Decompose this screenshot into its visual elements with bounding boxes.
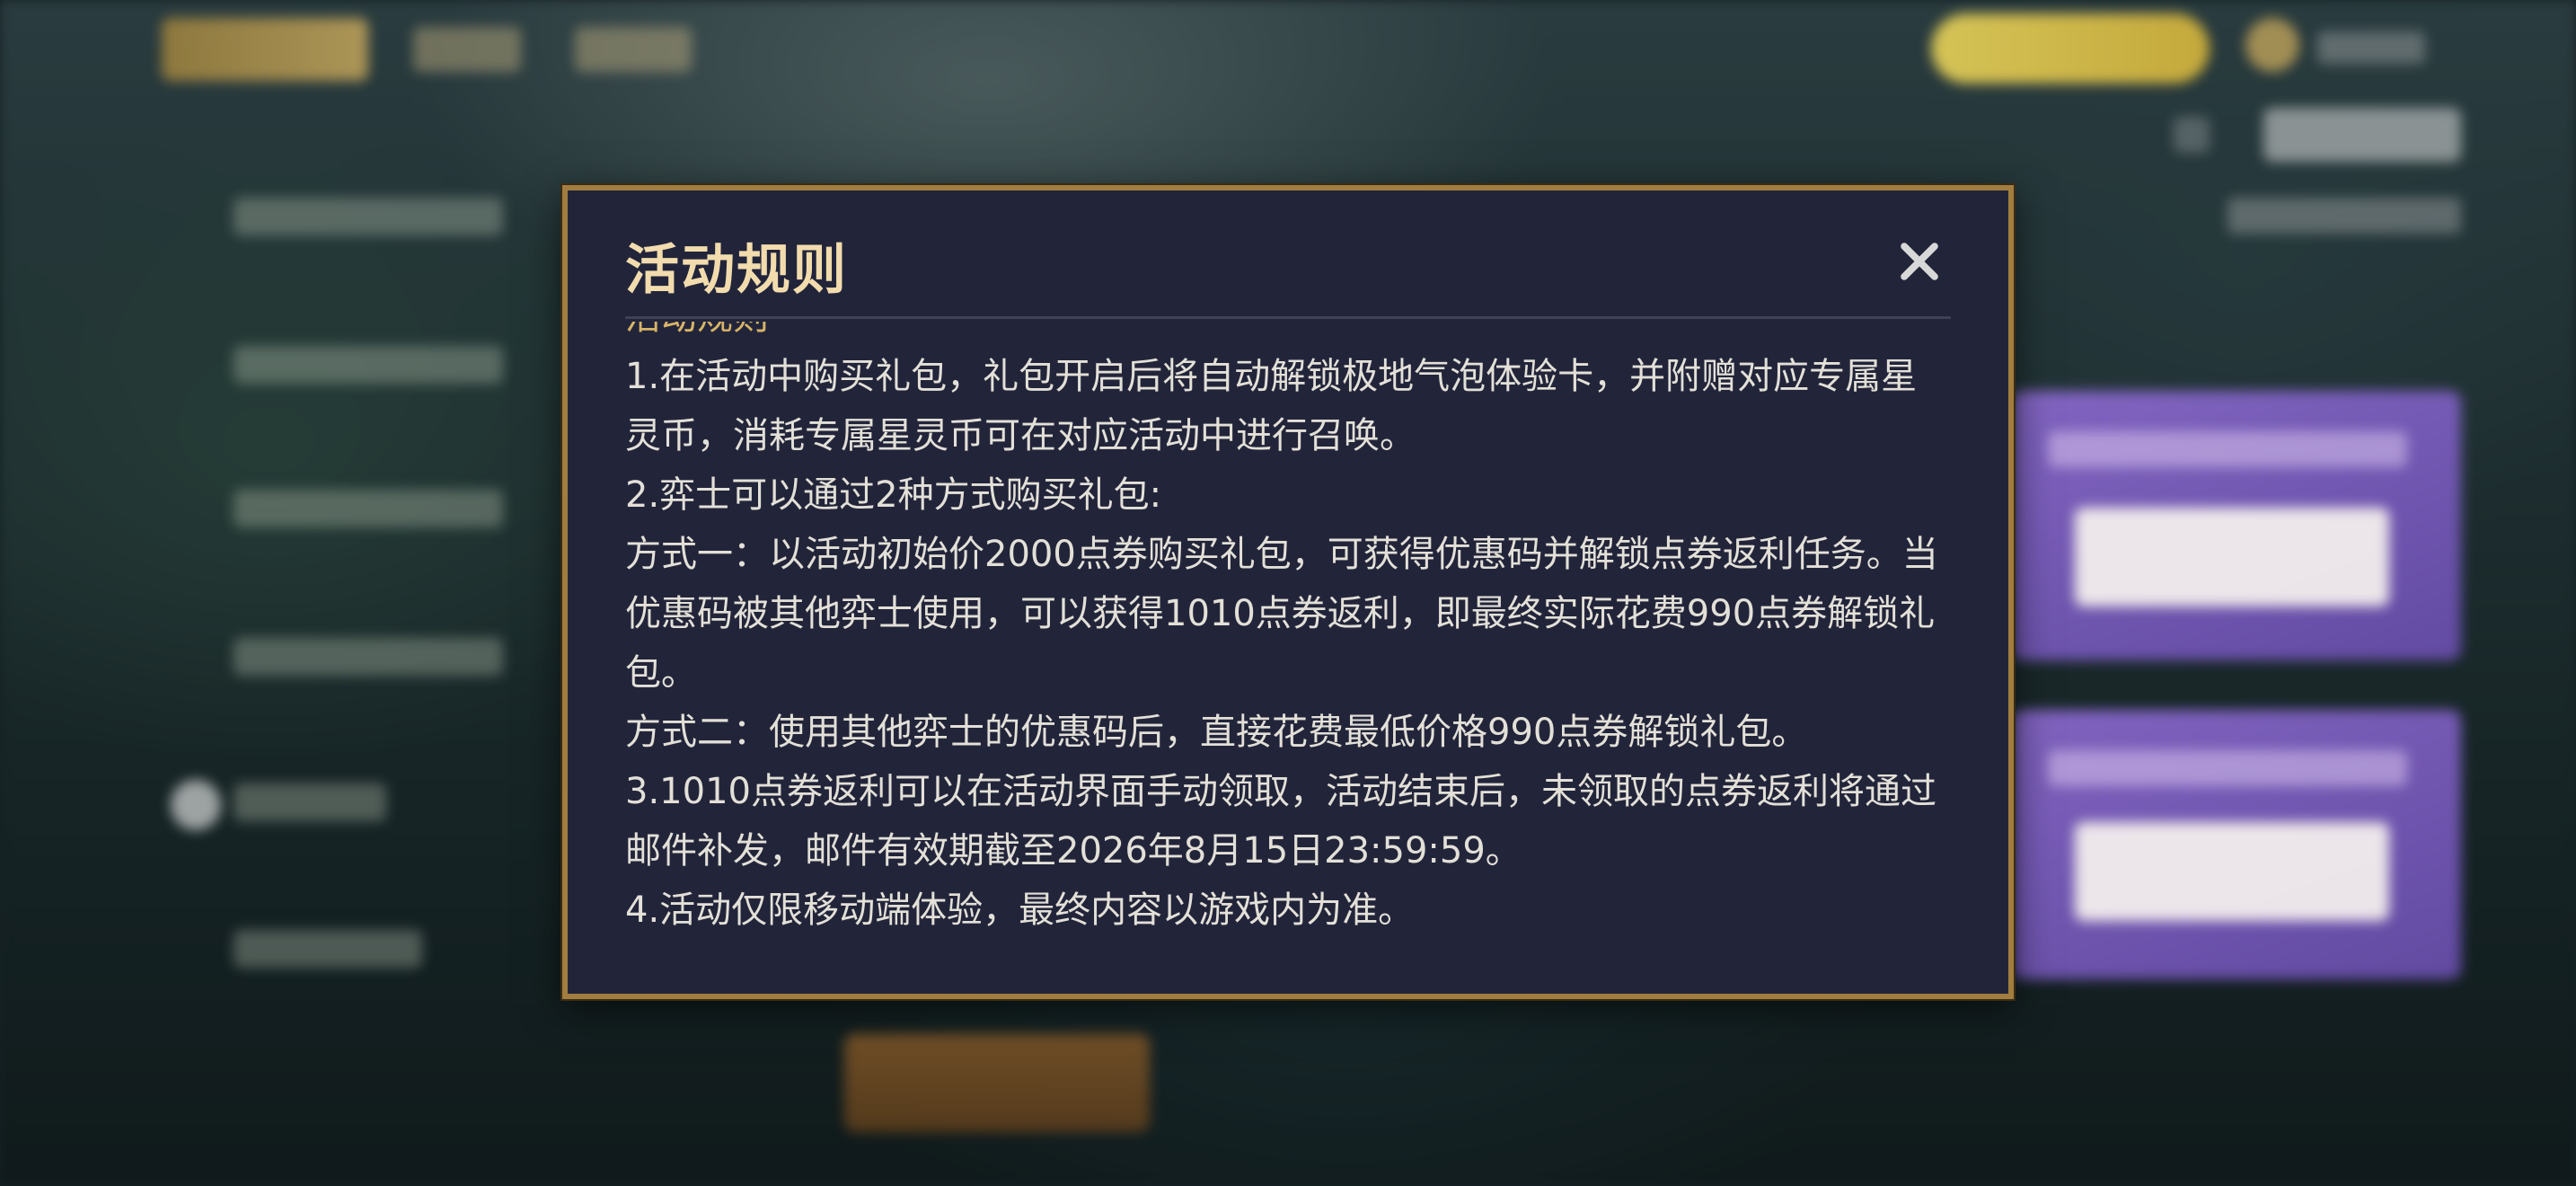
- info-icon[interactable]: [2174, 117, 2210, 153]
- avatar[interactable]: [2245, 18, 2299, 72]
- modal-title: 活动规则: [625, 239, 848, 302]
- currency-pill[interactable]: [1931, 13, 2210, 84]
- sidebar-item[interactable]: [234, 346, 503, 384]
- sidebar-item[interactable]: [234, 783, 386, 821]
- rules-modal: 活动规则 活动规则 1.在活动中购买礼包，礼包开启后将自动解锁极地气泡体验卡，并…: [562, 185, 2014, 999]
- header-divider: [625, 316, 1951, 319]
- top-right-button[interactable]: [2263, 108, 2461, 162]
- top-nav-item[interactable]: [575, 27, 692, 72]
- offer-card-title: [2048, 750, 2407, 786]
- rule-item: 4.活动仅限移动端体验，最终内容以游戏内为准。: [625, 890, 1415, 931]
- close-icon: [1901, 243, 1938, 280]
- sidebar-selected-dot: [171, 780, 221, 830]
- sidebar-item[interactable]: [234, 198, 503, 235]
- rule-item: 3.1010点券返利可以在活动界面手动领取，活动结束后，未领取的点券返利将通过邮…: [625, 771, 1936, 872]
- sidebar-item[interactable]: [234, 490, 503, 527]
- bottom-action-button[interactable]: [844, 1033, 1150, 1132]
- username: [2317, 31, 2425, 64]
- close-button[interactable]: [1888, 230, 1951, 293]
- modal-header: 活动规则: [625, 217, 1951, 325]
- rule-item: 方式二：使用其他弈士的优惠码后，直接花费最低价格990点券解锁礼包。: [625, 712, 1808, 753]
- rules-subtitle: 活动规则: [625, 322, 769, 347]
- offer-card-title: [2048, 431, 2407, 467]
- rules-scroll-area[interactable]: 活动规则 1.在活动中购买礼包，礼包开启后将自动解锁极地气泡体验卡，并附赠对应专…: [625, 322, 1951, 949]
- rules-subtitle-clipped: 活动规则: [625, 322, 1951, 347]
- rule-item: 2.弈士可以通过2种方式购买礼包:: [625, 474, 1162, 516]
- sidebar-item[interactable]: [234, 930, 422, 968]
- offer-card-button[interactable]: [2075, 822, 2389, 921]
- rule-item: 1.在活动中购买礼包，礼包开启后将自动解锁极地气泡体验卡，并附赠对应专属星灵币，…: [625, 356, 1918, 456]
- sidebar-item[interactable]: [234, 638, 503, 676]
- countdown-text: [2228, 198, 2461, 234]
- game-logo: [162, 18, 368, 81]
- rule-item: 方式一：以活动初始价2000点券购买礼包，可获得优惠码并解锁点券返利任务。当优惠…: [625, 534, 1938, 694]
- offer-card-button[interactable]: [2075, 508, 2389, 606]
- top-nav-item[interactable]: [413, 27, 521, 72]
